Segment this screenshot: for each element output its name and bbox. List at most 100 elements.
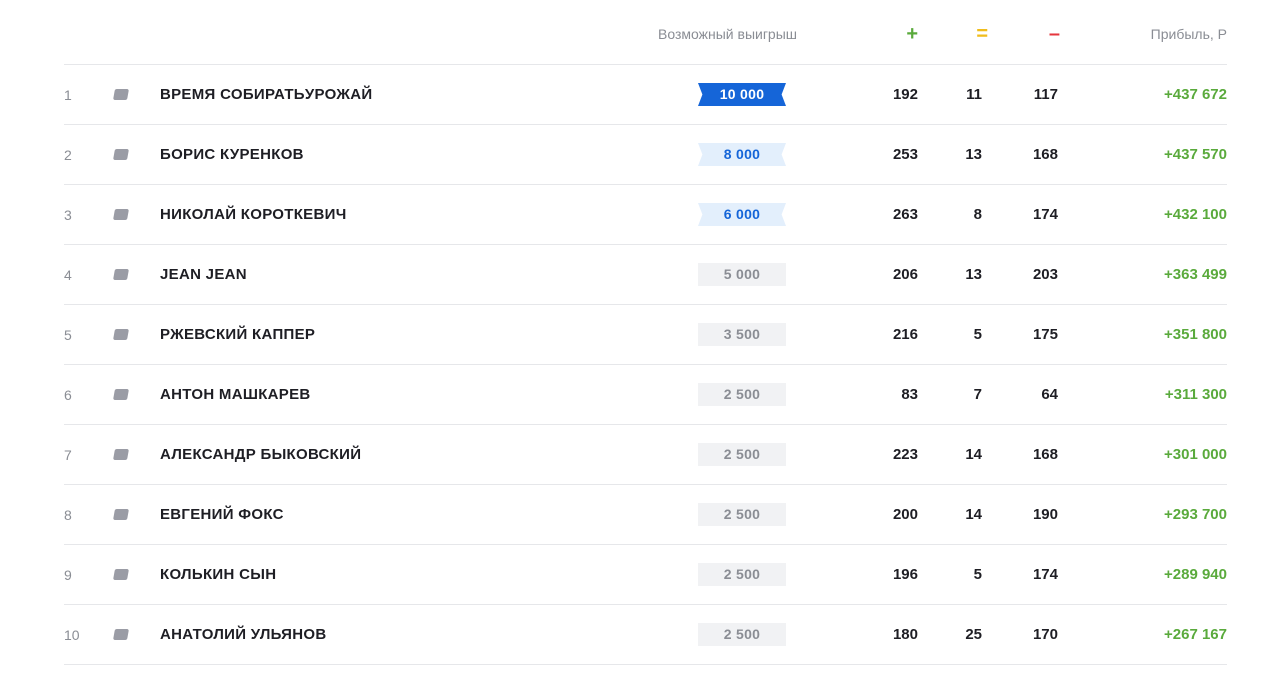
prize-cell: 10 000	[698, 65, 786, 124]
header-profit: Прибыль, Р	[1150, 26, 1227, 42]
header-draws: =	[976, 22, 988, 45]
draws-count: 13	[965, 146, 982, 163]
prize-cell: 8 000	[698, 125, 786, 184]
flag-icon	[113, 545, 134, 604]
profit-value: +267 167	[1164, 626, 1227, 643]
player-name[interactable]: АЛЕКСАНДР БЫКОВСКИЙ	[160, 425, 680, 484]
draws-count: 13	[965, 266, 982, 283]
losses-count: 190	[1032, 506, 1058, 523]
profit-value: +311 300	[1164, 386, 1227, 403]
flag-icon	[113, 305, 134, 364]
wins-count: 180	[892, 626, 918, 643]
draws-count: 5	[973, 326, 982, 343]
prize-cell: 2 500	[698, 425, 786, 484]
draws-count: 7	[973, 386, 982, 403]
table-body: 1 ВРЕМЯ СОБИРАТЬУРОЖАЙ 10 000 192 11 117 +437 …	[64, 65, 1227, 665]
table-row[interactable]: 1 ВРЕМЯ СОБИРАТЬУРОЖАЙ 10 000 192 11 117 +437 …	[64, 65, 1227, 125]
flag-icon	[113, 425, 134, 484]
losses-count: 64	[1041, 386, 1058, 403]
table-row[interactable]: 4 JEAN JEAN 5 000 206 13 203 +363 499	[64, 245, 1227, 305]
profit-value: +437 570	[1164, 146, 1227, 163]
header-losses: –	[1048, 22, 1060, 45]
table-row[interactable]: 6 АНТОН МАШКАРЕВ 2 500 83 7 64 +311 300	[64, 365, 1227, 425]
profit-value: +293 700	[1164, 506, 1227, 523]
prize-cell: 2 500	[698, 545, 786, 604]
wins-count: 200	[892, 506, 918, 523]
prize-cell: 2 500	[698, 605, 786, 664]
table-row[interactable]: 9 КОЛЬКИН СЫН 2 500 196 5 174 +289 940	[64, 545, 1227, 605]
prize-badge: 5 000	[698, 263, 786, 286]
player-name[interactable]: БОРИС КУРЕНКОВ	[160, 125, 680, 184]
header-possible-prize: Возможный выигрыш	[658, 26, 798, 42]
table-row[interactable]: 3 НИКОЛАЙ КОРОТКЕВИЧ 6 000 263 8 174 +432 100	[64, 185, 1227, 245]
row-rank: 2	[64, 146, 72, 163]
table-row[interactable]: 2 БОРИС КУРЕНКОВ 8 000 253 13 168 +437 570	[64, 125, 1227, 185]
draws-count: 14	[965, 506, 982, 523]
player-name[interactable]: РЖЕВСКИЙ КАППЕР	[160, 305, 680, 364]
prize-badge: 2 500	[698, 443, 786, 466]
losses-count: 117	[1033, 86, 1058, 103]
player-name[interactable]: ЕВГЕНИЙ ФОКС	[160, 485, 680, 544]
leaderboard-table: Возможный выигрыш + = – Прибыль, Р 1 ВРЕМ…	[64, 0, 1227, 665]
profit-value: +432 100	[1164, 206, 1227, 223]
row-rank: 10	[64, 626, 80, 643]
row-rank: 4	[64, 266, 72, 283]
flag-icon	[113, 365, 134, 424]
flag-icon	[113, 185, 134, 244]
row-rank: 6	[64, 386, 72, 403]
wins-count: 253	[892, 146, 918, 163]
player-name[interactable]: JEAN JEAN	[160, 245, 680, 304]
table-row[interactable]: 7 АЛЕКСАНДР БЫКОВСКИЙ 2 500 223 14 168 +301 00…	[64, 425, 1227, 485]
profit-value: +437 672	[1164, 86, 1227, 103]
prize-cell: 6 000	[698, 185, 786, 244]
losses-count: 174	[1032, 206, 1058, 223]
profit-value: +301 000	[1164, 446, 1227, 463]
losses-count: 168	[1032, 146, 1058, 163]
draws-count: 5	[973, 566, 982, 583]
prize-badge: 2 500	[698, 383, 786, 406]
player-name[interactable]: АНАТОЛИЙ УЛЬЯНОВ	[160, 605, 680, 664]
table-row[interactable]: 10 АНАТОЛИЙ УЛЬЯНОВ 2 500 180 25 170 +267 167	[64, 605, 1227, 665]
row-rank: 3	[64, 206, 72, 223]
prize-badge: 10 000	[698, 83, 786, 106]
draws-count: 14	[965, 446, 982, 463]
draws-count: 25	[965, 626, 982, 643]
player-name[interactable]: АНТОН МАШКАРЕВ	[160, 365, 680, 424]
profit-value: +351 800	[1164, 326, 1227, 343]
prize-badge: 8 000	[698, 143, 786, 166]
wins-count: 223	[892, 446, 918, 463]
wins-count: 216	[892, 326, 918, 343]
table-header: Возможный выигрыш + = – Прибыль, Р	[64, 0, 1227, 65]
wins-count: 83	[901, 386, 918, 403]
wins-count: 206	[892, 266, 918, 283]
row-rank: 5	[64, 326, 72, 343]
wins-count: 192	[892, 86, 918, 103]
prize-badge: 3 500	[698, 323, 786, 346]
flag-icon	[113, 485, 134, 544]
losses-count: 175	[1032, 326, 1058, 343]
profit-value: +289 940	[1164, 566, 1227, 583]
row-rank: 9	[64, 566, 72, 583]
profit-value: +363 499	[1164, 266, 1227, 283]
header-wins: +	[906, 22, 918, 45]
row-rank: 7	[64, 446, 72, 463]
flag-icon	[113, 245, 134, 304]
flag-icon	[113, 605, 134, 664]
losses-count: 203	[1032, 266, 1058, 283]
table-row[interactable]: 5 РЖЕВСКИЙ КАППЕР 3 500 216 5 175 +351 800	[64, 305, 1227, 365]
prize-cell: 2 500	[698, 485, 786, 544]
prize-badge: 2 500	[698, 623, 786, 646]
prize-cell: 2 500	[698, 365, 786, 424]
flag-icon	[113, 65, 134, 124]
draws-count: 11	[966, 86, 982, 103]
losses-count: 174	[1032, 566, 1058, 583]
player-name[interactable]: НИКОЛАЙ КОРОТКЕВИЧ	[160, 185, 680, 244]
player-name[interactable]: КОЛЬКИН СЫН	[160, 545, 680, 604]
player-name[interactable]: ВРЕМЯ СОБИРАТЬУРОЖАЙ	[160, 65, 680, 124]
wins-count: 263	[892, 206, 918, 223]
prize-badge: 2 500	[698, 563, 786, 586]
row-rank: 1	[64, 86, 72, 103]
table-row[interactable]: 8 ЕВГЕНИЙ ФОКС 2 500 200 14 190 +293 700	[64, 485, 1227, 545]
row-rank: 8	[64, 506, 72, 523]
prize-cell: 5 000	[698, 245, 786, 304]
